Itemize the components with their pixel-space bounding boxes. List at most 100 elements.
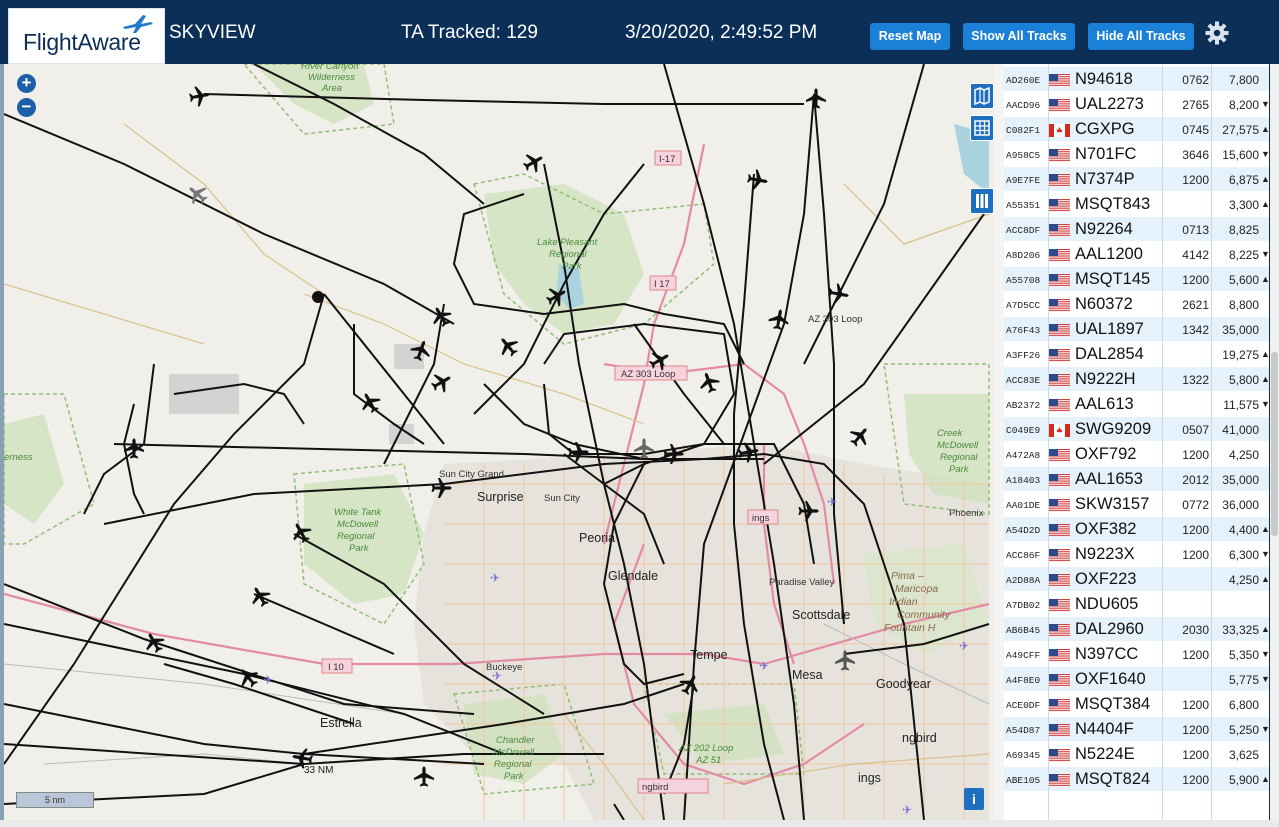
flight-ident: N5224E: [1075, 745, 1135, 763]
table-row[interactable]: A4F8E0 OXF1640 5,775 ▼: [1004, 667, 1269, 692]
table-row[interactable]: A18403 AAL1653 2012 35,000: [1004, 467, 1269, 492]
aircraft-icon[interactable]: [427, 368, 456, 396]
aircraft-icon[interactable]: [414, 766, 434, 787]
reset-map-button[interactable]: Reset Map: [870, 23, 950, 50]
altitude-value: 7,800: [1228, 73, 1259, 87]
map-label-tempe: Mesa: [792, 668, 823, 682]
flight-ident: UAL1897: [1075, 320, 1144, 338]
squawk-code: 1200: [1182, 448, 1209, 462]
flight-ident: N7374P: [1075, 170, 1135, 188]
flightaware-logo[interactable]: FlightAware: [8, 8, 165, 64]
table-row[interactable]: A9E7FE N7374P 1200 6,875 ▲: [1004, 167, 1269, 192]
map-label-mountain-2: McDowell: [337, 519, 379, 530]
altitude-trend-icon: ▲: [1261, 174, 1269, 184]
info-button[interactable]: i: [964, 788, 984, 810]
map-view[interactable]: River Canyon Wilderness Area Lake Pleasa…: [4, 64, 994, 820]
flight-ident: N60372: [1075, 295, 1133, 313]
table-row[interactable]: A55708 MSQT145 1200 5,600 ▲: [1004, 267, 1269, 292]
table-row[interactable]: ACC8DF N92264 0713 8,825: [1004, 217, 1269, 242]
column-divider: [1048, 64, 1049, 820]
map-label-wilderness: Wilderness: [308, 72, 355, 83]
map-label-regional-3: Regional: [337, 531, 375, 542]
table-row[interactable]: A54D2D OXF382 1200 4,400 ▲: [1004, 517, 1269, 542]
aircraft-icon[interactable]: [845, 421, 875, 451]
hex-code: A9E7FE: [1006, 175, 1041, 186]
aircraft-icon[interactable]: [182, 179, 212, 209]
altitude-value: 4,250: [1228, 573, 1259, 587]
table-row[interactable]: A8D206 AAL1200 4142 8,225 ▼: [1004, 242, 1269, 267]
table-row[interactable]: A49CFF N397CC 1200 5,350 ▼: [1004, 642, 1269, 667]
gear-icon[interactable]: [1204, 20, 1230, 46]
squawk-code: 1200: [1182, 698, 1209, 712]
table-row[interactable]: A55351 MSQT843 3,300 ▲: [1004, 192, 1269, 217]
aircraft-icon[interactable]: [356, 388, 384, 417]
altitude-value: 5,800: [1228, 373, 1259, 387]
table-row[interactable]: A472A8 OXF792 1200 4,250: [1004, 442, 1269, 467]
flight-ident: SWG9209: [1075, 420, 1152, 438]
aircraft-table[interactable]: AD260E N94618 0762 7,800 AACD96 UAL2273 2765 8,…: [1004, 64, 1269, 820]
table-row[interactable]: A3FF26 DAL2854 19,275 ▲: [1004, 342, 1269, 367]
hide-all-tracks-button[interactable]: Hide All Tracks: [1088, 23, 1194, 50]
table-row[interactable]: ACC83E N9222H 1322 5,800 ▲: [1004, 367, 1269, 392]
altitude-trend-icon: ▲: [1261, 349, 1269, 359]
table-row[interactable]: AACD96 UAL2273 2765 8,200 ▼: [1004, 92, 1269, 117]
show-all-tracks-button[interactable]: Show All Tracks: [963, 23, 1075, 50]
altitude-value: 19,275: [1222, 348, 1259, 362]
table-row[interactable]: A54D87 N4404F 1200 5,250 ▼: [1004, 717, 1269, 742]
aircraft-icon[interactable]: [745, 168, 770, 192]
logo-wordmark: FlightAware: [23, 29, 141, 55]
map-label-regional-4: Regional: [494, 759, 532, 770]
aircraft-icon[interactable]: [519, 148, 548, 176]
altitude-value: 8,200: [1228, 98, 1259, 112]
aircraft-icon[interactable]: [246, 582, 274, 611]
map-layers-button[interactable]: [970, 83, 994, 109]
table-row[interactable]: ACC86F N9223X 1200 6,300 ▼: [1004, 542, 1269, 567]
altitude-value: 36,000: [1222, 498, 1259, 512]
squawk-code: 1200: [1182, 748, 1209, 762]
table-toggle-button[interactable]: [970, 115, 994, 141]
table-row[interactable]: AB6B45 DAL2960 2030 33,325 ▲: [1004, 617, 1269, 642]
table-row[interactable]: A7D5CC N60372 2621 8,800: [1004, 292, 1269, 317]
table-row[interactable]: AB2372 AAL613 11,575 ▼: [1004, 392, 1269, 417]
flight-ident: N9222H: [1075, 370, 1136, 388]
table-row[interactable]: A69345 N5224E 1200 3,625: [1004, 742, 1269, 767]
hex-code: A958C5: [1006, 150, 1041, 161]
map-label-community: Fountain H: [884, 622, 936, 634]
canada-flag-icon: [1049, 424, 1070, 437]
table-row[interactable]: A7DB02 NDU605: [1004, 592, 1269, 617]
table-row[interactable]: A958C5 N701FC 3646 15,600 ▼: [1004, 142, 1269, 167]
table-row[interactable]: A2D88A OXF223 4,250 ▲: [1004, 567, 1269, 592]
flight-ident: MSQT145: [1075, 270, 1151, 288]
map-label-i17-south: I 17: [654, 279, 670, 290]
table-row[interactable]: A76F43 UAL1897 1342 35,000: [1004, 317, 1269, 342]
table-row[interactable]: C082F1 CGXPG 0745 27,575 ▲: [1004, 117, 1269, 142]
aircraft-icon[interactable]: [187, 84, 212, 108]
map-label-sun-city: Sun City: [544, 493, 580, 504]
zoom-in-button[interactable]: +: [17, 74, 36, 93]
flight-ident: AAL1653: [1075, 470, 1143, 488]
scrollbar-thumb[interactable]: [1271, 352, 1278, 536]
flight-ident: N4404F: [1075, 720, 1134, 738]
table-row[interactable]: AA01DE SKW3157 0772 36,000: [1004, 492, 1269, 517]
aircraft-icon[interactable]: [493, 331, 523, 361]
columns-button[interactable]: [970, 188, 994, 214]
table-row[interactable]: C049E9 SWG9209 0507 41,000: [1004, 417, 1269, 442]
map-canvas[interactable]: River Canyon Wilderness Area Lake Pleasa…: [4, 64, 994, 820]
zoom-out-button[interactable]: −: [17, 98, 36, 117]
map-label-white-tank: White Tank: [334, 507, 382, 518]
flight-ident: N92264: [1075, 220, 1133, 238]
map-label-phoenix: Tempe: [690, 648, 728, 662]
column-divider: [1211, 64, 1212, 820]
altitude-trend-icon: ▼: [1261, 149, 1269, 159]
altitude-value: 15,600: [1222, 148, 1259, 162]
us-flag-icon: [1049, 299, 1070, 312]
flight-ident: SKW3157: [1075, 495, 1150, 513]
aircraft-icon[interactable]: [696, 369, 722, 396]
table-scrollbar[interactable]: [1270, 64, 1279, 820]
aircraft-icon[interactable]: [806, 88, 826, 109]
table-row[interactable]: ABE105 MSQT824 1200 5,900 ▲: [1004, 767, 1269, 792]
altitude-value: 33,325: [1222, 623, 1259, 637]
table-row[interactable]: ACE0DF MSQT384 1200 6,800: [1004, 692, 1269, 717]
us-flag-icon: [1049, 724, 1070, 737]
table-row[interactable]: AD260E N94618 0762 7,800: [1004, 67, 1269, 92]
